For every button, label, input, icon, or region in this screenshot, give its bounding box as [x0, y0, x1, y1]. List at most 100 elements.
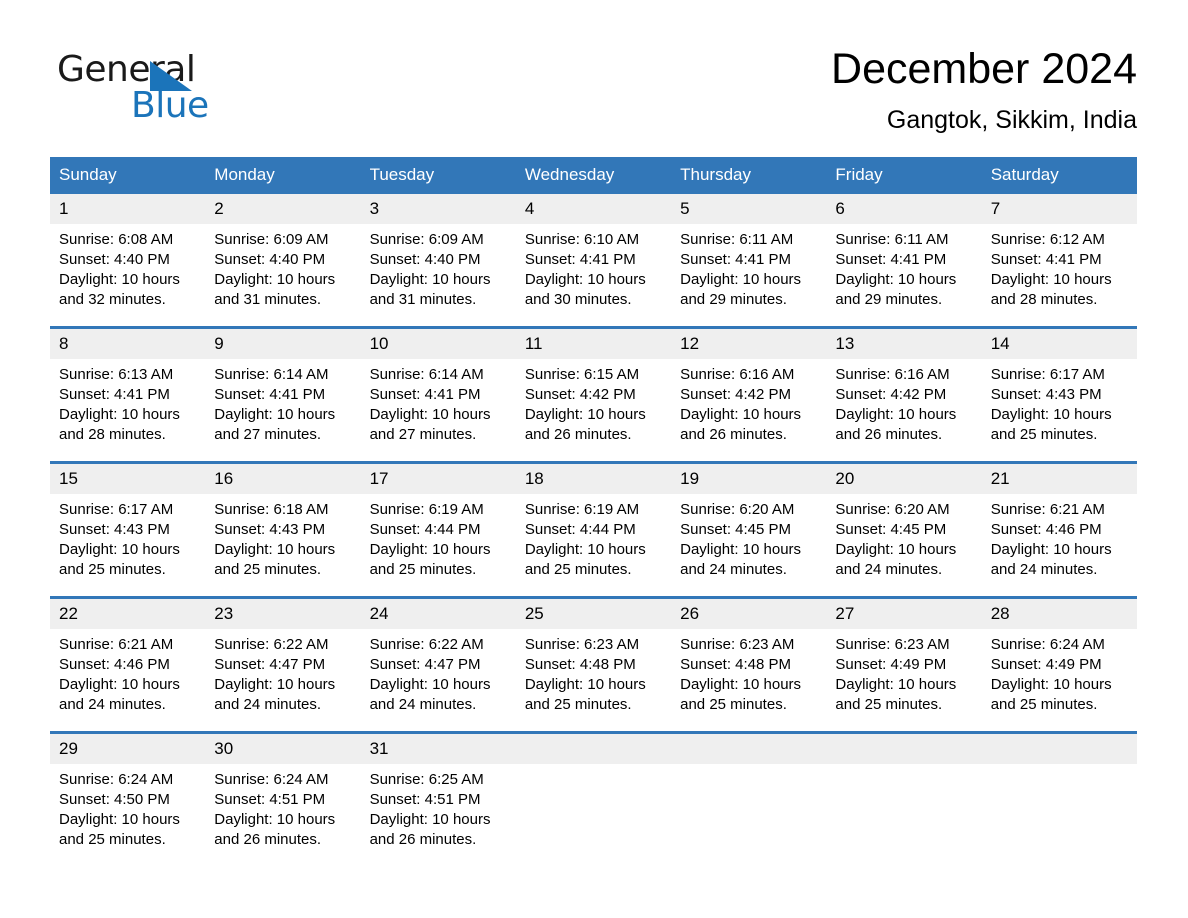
day-number: 10 [360, 329, 516, 359]
sunrise-text: Sunrise: 6:23 AM [835, 636, 950, 653]
day-details: Sunrise: 6:23 AM Sunset: 4:48 PM Dayligh… [671, 629, 826, 715]
day-cell[interactable]: 9 Sunrise: 6:14 AM Sunset: 4:41 PM Dayli… [205, 326, 361, 463]
sunset-text: Sunset: 4:41 PM [214, 386, 326, 403]
day-details: Sunrise: 6:09 AM Sunset: 4:40 PM Dayligh… [205, 224, 360, 310]
sunrise-text: Sunrise: 6:23 AM [524, 636, 640, 653]
sunset-text: Sunset: 4:43 PM [214, 521, 326, 538]
day-cell[interactable]: 18 Sunrise: 6:19 AM Sunset: 4:44 PM Dayl… [515, 461, 672, 598]
sunset-text: Sunset: 4:42 PM [835, 386, 947, 403]
day-cell[interactable]: 3 Sunrise: 6:09 AM Sunset: 4:40 PM Dayli… [360, 194, 516, 328]
day-cell[interactable]: 19 Sunrise: 6:20 AM Sunset: 4:45 PM Dayl… [671, 461, 827, 598]
day-cell[interactable]: 5 Sunrise: 6:11 AM Sunset: 4:41 PM Dayli… [671, 194, 827, 328]
day-cell[interactable]: 20 Sunrise: 6:20 AM Sunset: 4:45 PM Dayl… [826, 461, 982, 598]
sunset-text: Sunset: 4:47 PM [369, 656, 481, 673]
weekday-header-friday: Friday [826, 157, 982, 194]
day-cell[interactable]: 26 Sunrise: 6:23 AM Sunset: 4:48 PM Dayl… [671, 596, 827, 733]
sunrise-text: Sunrise: 6:20 AM [680, 501, 795, 518]
day-cell[interactable]: 6 Sunrise: 6:11 AM Sunset: 4:41 PM Dayli… [826, 194, 982, 328]
day-number: 16 [205, 464, 361, 494]
day-number: 7 [981, 194, 1137, 224]
day-details: Sunrise: 6:19 AM Sunset: 4:44 PM Dayligh… [361, 494, 516, 580]
generalblue-logo[interactable]: General Blue [57, 50, 357, 130]
day-details: Sunrise: 6:17 AM Sunset: 4:43 PM Dayligh… [50, 494, 205, 580]
day-cell[interactable]: 2 Sunrise: 6:09 AM Sunset: 4:40 PM Dayli… [205, 194, 361, 328]
day-cell-empty [515, 731, 672, 866]
sunset-text: Sunset: 4:42 PM [524, 386, 636, 403]
sunrise-text: Sunrise: 6:09 AM [214, 231, 329, 248]
day-cell[interactable]: 10 Sunrise: 6:14 AM Sunset: 4:41 PM Dayl… [360, 326, 516, 463]
page-subtitle: Gangtok, Sikkim, India [886, 106, 1137, 134]
sunset-text: Sunset: 4:44 PM [369, 521, 481, 538]
sunset-text: Sunset: 4:45 PM [835, 521, 947, 538]
day-details: Sunrise: 6:23 AM Sunset: 4:48 PM Dayligh… [516, 629, 671, 715]
day-number: 30 [205, 734, 361, 764]
sunset-text: Sunset: 4:46 PM [990, 521, 1102, 538]
day-cell[interactable]: 11 Sunrise: 6:15 AM Sunset: 4:42 PM Dayl… [515, 326, 672, 463]
daylight-text: Daylight: 10 hours and 25 minutes. [990, 676, 1112, 713]
day-number: 19 [671, 464, 827, 494]
day-cell[interactable]: 4 Sunrise: 6:10 AM Sunset: 4:41 PM Dayli… [515, 194, 672, 328]
day-cell[interactable]: 13 Sunrise: 6:16 AM Sunset: 4:42 PM Dayl… [826, 326, 982, 463]
sunset-text: Sunset: 4:48 PM [524, 656, 636, 673]
day-cell[interactable]: 14 Sunrise: 6:17 AM Sunset: 4:43 PM Dayl… [981, 326, 1137, 463]
calendar-body: 1 Sunrise: 6:08 AM Sunset: 4:40 PM Dayli… [50, 194, 1137, 866]
day-details: Sunrise: 6:25 AM Sunset: 4:51 PM Dayligh… [361, 764, 516, 850]
sunrise-text: Sunrise: 6:23 AM [680, 636, 795, 653]
daylight-text: Daylight: 10 hours and 25 minutes. [524, 541, 646, 578]
day-number: 3 [360, 194, 516, 224]
day-cell[interactable]: 22 Sunrise: 6:21 AM Sunset: 4:46 PM Dayl… [50, 596, 206, 733]
calendar-page: General Blue December 2024 Gangtok, Sikk… [0, 0, 1188, 918]
daylight-text: Daylight: 10 hours and 26 minutes. [214, 811, 336, 848]
day-details: Sunrise: 6:15 AM Sunset: 4:42 PM Dayligh… [516, 359, 671, 445]
day-number: 31 [360, 734, 516, 764]
day-cell[interactable]: 15 Sunrise: 6:17 AM Sunset: 4:43 PM Dayl… [50, 461, 206, 598]
day-number: 27 [826, 599, 982, 629]
day-cell[interactable]: 21 Sunrise: 6:21 AM Sunset: 4:46 PM Dayl… [981, 461, 1137, 598]
day-cell[interactable]: 16 Sunrise: 6:18 AM Sunset: 4:43 PM Dayl… [205, 461, 361, 598]
day-cell[interactable]: 23 Sunrise: 6:22 AM Sunset: 4:47 PM Dayl… [205, 596, 361, 733]
day-details: Sunrise: 6:17 AM Sunset: 4:43 PM Dayligh… [982, 359, 1137, 445]
day-number: 24 [360, 599, 516, 629]
day-cell[interactable]: 12 Sunrise: 6:16 AM Sunset: 4:42 PM Dayl… [671, 326, 827, 463]
week-row: 8 Sunrise: 6:13 AM Sunset: 4:41 PM Dayli… [50, 326, 1137, 463]
sunset-text: Sunset: 4:41 PM [59, 386, 170, 403]
sunrise-text: Sunrise: 6:13 AM [59, 366, 174, 383]
day-number: 23 [205, 599, 361, 629]
day-number: 4 [515, 194, 672, 224]
day-details: Sunrise: 6:22 AM Sunset: 4:47 PM Dayligh… [205, 629, 360, 715]
day-cell[interactable]: 29 Sunrise: 6:24 AM Sunset: 4:50 PM Dayl… [50, 731, 206, 866]
day-cell-empty [981, 731, 1137, 866]
day-details: Sunrise: 6:10 AM Sunset: 4:41 PM Dayligh… [516, 224, 671, 310]
sunrise-text: Sunrise: 6:20 AM [835, 501, 950, 518]
sunset-text: Sunset: 4:50 PM [59, 791, 170, 808]
day-details: Sunrise: 6:13 AM Sunset: 4:41 PM Dayligh… [50, 359, 205, 445]
sunrise-text: Sunrise: 6:10 AM [524, 231, 640, 248]
sunset-text: Sunset: 4:40 PM [369, 251, 481, 268]
day-details: Sunrise: 6:22 AM Sunset: 4:47 PM Dayligh… [361, 629, 516, 715]
day-cell[interactable]: 25 Sunrise: 6:23 AM Sunset: 4:48 PM Dayl… [515, 596, 672, 733]
day-cell[interactable]: 7 Sunrise: 6:12 AM Sunset: 4:41 PM Dayli… [981, 194, 1137, 328]
sunrise-text: Sunrise: 6:22 AM [369, 636, 484, 653]
day-cell[interactable]: 1 Sunrise: 6:08 AM Sunset: 4:40 PM Dayli… [50, 194, 206, 328]
day-cell[interactable]: 28 Sunrise: 6:24 AM Sunset: 4:49 PM Dayl… [981, 596, 1137, 733]
sunset-text: Sunset: 4:49 PM [835, 656, 947, 673]
sunset-text: Sunset: 4:41 PM [524, 251, 636, 268]
daylight-text: Daylight: 10 hours and 25 minutes. [835, 676, 957, 713]
sunrise-text: Sunrise: 6:18 AM [214, 501, 329, 518]
title-block: December 2024 Gangtok, Sikkim, India [831, 43, 1137, 137]
page-header: General Blue December 2024 Gangtok, Sikk… [0, 0, 1188, 155]
sunset-text: Sunset: 4:42 PM [680, 386, 792, 403]
day-number: 8 [50, 329, 206, 359]
daylight-text: Daylight: 10 hours and 24 minutes. [59, 676, 180, 713]
day-cell[interactable]: 30 Sunrise: 6:24 AM Sunset: 4:51 PM Dayl… [205, 731, 361, 866]
sunset-text: Sunset: 4:51 PM [369, 791, 481, 808]
day-cell[interactable]: 17 Sunrise: 6:19 AM Sunset: 4:44 PM Dayl… [360, 461, 516, 598]
day-cell[interactable]: 8 Sunrise: 6:13 AM Sunset: 4:41 PM Dayli… [50, 326, 206, 463]
day-cell[interactable]: 31 Sunrise: 6:25 AM Sunset: 4:51 PM Dayl… [360, 731, 516, 866]
sunrise-text: Sunrise: 6:24 AM [59, 771, 174, 788]
day-cell[interactable]: 24 Sunrise: 6:22 AM Sunset: 4:47 PM Dayl… [360, 596, 516, 733]
daylight-text: Daylight: 10 hours and 31 minutes. [369, 271, 491, 308]
daylight-text: Daylight: 10 hours and 25 minutes. [369, 541, 491, 578]
day-cell[interactable]: 27 Sunrise: 6:23 AM Sunset: 4:49 PM Dayl… [826, 596, 982, 733]
sunset-text: Sunset: 4:47 PM [214, 656, 326, 673]
